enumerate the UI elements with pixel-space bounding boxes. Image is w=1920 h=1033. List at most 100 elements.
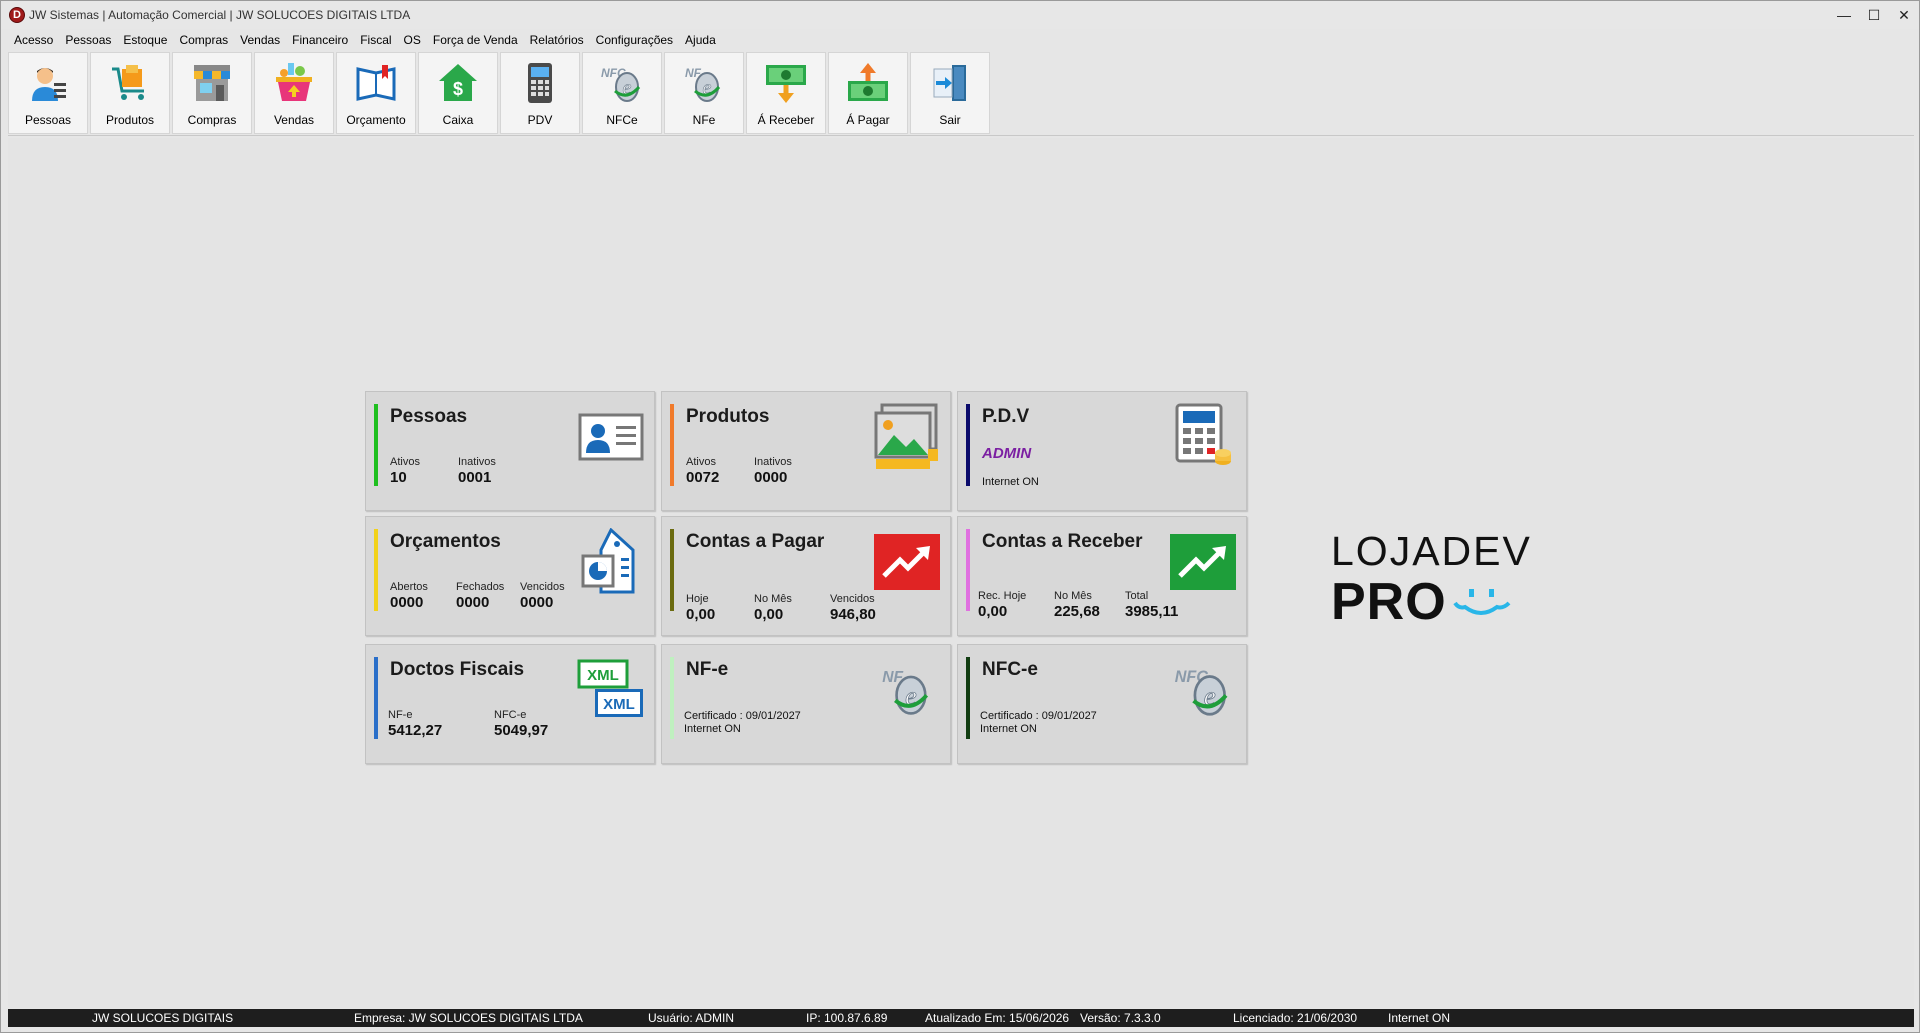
status-bar: JW SOLUCOES DIGITAIS Empresa: JW SOLUCOE…	[8, 1009, 1914, 1027]
toolbar-a-receber-button[interactable]: Á Receber	[746, 52, 826, 134]
toolbar-vendas-button[interactable]: Vendas	[254, 52, 334, 134]
stat-abertos: Abertos 0000	[390, 581, 428, 611]
menu-forca-de-venda[interactable]: Força de Venda	[427, 33, 524, 47]
menu-relatorios[interactable]: Relatórios	[524, 33, 590, 47]
stat-inativos: Inativos 0001	[458, 456, 496, 486]
card-nfe[interactable]: NF-e NF e Certificado : 09/01/2027 Intern…	[661, 644, 951, 764]
cart-icon	[106, 59, 154, 107]
logo-text-lojadev: LOJADEV	[1331, 528, 1532, 574]
card-pdv[interactable]: P.D.V ADMIN Internet ON	[957, 391, 1247, 511]
card-title: Produtos	[686, 406, 770, 427]
menu-fiscal[interactable]: Fiscal	[354, 33, 397, 47]
stat-value: 0001	[458, 469, 492, 486]
svg-text:XML: XML	[587, 667, 619, 684]
menu-compras[interactable]: Compras	[173, 33, 234, 47]
menu-os[interactable]: OS	[398, 33, 427, 47]
nfe-icon: NF e	[680, 59, 728, 107]
toolbar-nfe-button[interactable]: NF e NFe	[664, 52, 744, 134]
money-out-icon	[844, 59, 892, 107]
stat-value: 10	[390, 469, 407, 486]
stat-ativos: Ativos 0072	[686, 456, 719, 486]
menu-configuracoes[interactable]: Configurações	[590, 33, 679, 47]
stat-label: No Mês	[754, 593, 792, 605]
stat-no-mes: No Mês 225,68	[1054, 590, 1100, 620]
toolbar-caixa-button[interactable]: $ Caixa	[418, 52, 498, 134]
card-doctos-fiscais[interactable]: Doctos Fiscais XML XML NF-e 5412,27 NFC-e…	[365, 644, 655, 764]
images-icon	[872, 402, 942, 472]
status-ip: IP: 100.87.6.89	[806, 1011, 888, 1025]
stat-fechados: Fechados 0000	[456, 581, 504, 611]
card-title: NF-e	[686, 659, 729, 680]
toolbar-label: NFe	[692, 113, 716, 127]
toolbar-a-pagar-button[interactable]: Á Pagar	[828, 52, 908, 134]
nfce-icon: NFC e	[598, 59, 646, 107]
toolbar-compras-button[interactable]: Compras	[172, 52, 252, 134]
stat-vencidos: Vencidos 946,80	[830, 593, 876, 623]
stat-label: Total	[1125, 590, 1149, 602]
stat-value: 5412,27	[388, 722, 443, 739]
card-pessoas[interactable]: Pessoas Ativos 10 Inativos 0001	[365, 391, 655, 511]
status-licenciado: Licenciado: 21/06/2030	[1233, 1011, 1358, 1025]
stat-value: 0000	[390, 594, 424, 611]
stat-label: Inativos	[458, 456, 496, 468]
stat-nfe: NF-e 5412,27	[388, 709, 442, 739]
card-title: NFC-e	[982, 659, 1038, 680]
status-empresa: Empresa: JW SOLUCOES DIGITAIS LTDA	[354, 1011, 583, 1025]
toolbar-label: Compras	[187, 113, 237, 127]
stat-label: Hoje	[686, 593, 709, 605]
card-orcamentos[interactable]: Orçamentos Abertos 0000 Fechados 0000 Ve…	[365, 516, 655, 636]
card-produtos[interactable]: Produtos Ativos 0072 Inativos 0000	[661, 391, 951, 511]
id-card-icon	[576, 402, 646, 472]
certificate-date: Certificado : 09/01/2027	[980, 710, 1097, 722]
internet-status: Internet ON	[684, 723, 741, 735]
stat-value: 0000	[456, 594, 490, 611]
status-company: JW SOLUCOES DIGITAIS	[92, 1011, 234, 1025]
stat-value: 3985,11	[1125, 603, 1179, 620]
toolbar-label: Caixa	[442, 113, 474, 127]
stat-value: 0,00	[686, 606, 716, 623]
money-in-icon	[762, 59, 810, 107]
toolbar-label: Pessoas	[24, 113, 72, 127]
maximize-button[interactable]: ☐	[1859, 1, 1889, 29]
trend-up-green-icon	[1168, 527, 1238, 597]
basket-icon	[270, 59, 318, 107]
menu-financeiro[interactable]: Financeiro	[286, 33, 354, 47]
card-nfce[interactable]: NFC-e NFC e Certificado : 09/01/2027 Inte…	[957, 644, 1247, 764]
card-accent-bar	[670, 529, 674, 611]
stat-label: Ativos	[686, 456, 716, 468]
menu-pessoas[interactable]: Pessoas	[59, 33, 117, 47]
minimize-button[interactable]: —	[1829, 1, 1859, 29]
toolbar-nfce-button[interactable]: NFC e NFCe	[582, 52, 662, 134]
menu-acesso[interactable]: Acesso	[8, 33, 59, 47]
app-window: D JW Sistemas | Automação Comercial | JW…	[0, 0, 1920, 1033]
app-logo-icon: D	[9, 7, 25, 23]
dashboard-area: Pessoas Ativos 10 Inativos 0001 Produtos…	[8, 138, 1914, 1008]
toolbar-pessoas-button[interactable]: Pessoas	[8, 52, 88, 134]
menu-vendas[interactable]: Vendas	[234, 33, 286, 47]
stat-label: Ativos	[390, 456, 420, 468]
menu-ajuda[interactable]: Ajuda	[679, 33, 722, 47]
smile-logo-icon	[1453, 589, 1511, 615]
stat-hoje: Hoje 0,00	[686, 593, 715, 623]
toolbar-label: Sair	[939, 113, 961, 127]
card-contas-a-pagar[interactable]: Contas a Pagar Hoje 0,00 No Mês 0,00 Ven…	[661, 516, 951, 636]
toolbar-pdv-button[interactable]: PDV	[500, 52, 580, 134]
toolbar-produtos-button[interactable]: Produtos	[90, 52, 170, 134]
close-button[interactable]: ✕	[1889, 1, 1919, 29]
stat-label: Fechados	[456, 581, 505, 593]
stat-label: No Mês	[1054, 590, 1092, 602]
card-title: Contas a Pagar	[686, 531, 825, 552]
card-title: Doctos Fiscais	[390, 659, 525, 680]
card-accent-bar	[966, 657, 970, 739]
status-usuario: Usuário: ADMIN	[648, 1011, 735, 1025]
svg-text:XML: XML	[603, 696, 635, 713]
stat-label: Rec. Hoje	[978, 590, 1027, 602]
card-accent-bar	[670, 657, 674, 739]
toolbar-orcamento-button[interactable]: Orçamento	[336, 52, 416, 134]
stat-label: Abertos	[390, 581, 428, 593]
toolbar-sair-button[interactable]: Sair	[910, 52, 990, 134]
stat-value: 225,68	[1054, 603, 1100, 620]
status-atualizado: Atualizado Em: 15/06/2026	[925, 1011, 1070, 1025]
menu-estoque[interactable]: Estoque	[117, 33, 173, 47]
card-contas-a-receber[interactable]: Contas a Receber Rec. Hoje 0,00 No Mês 2…	[957, 516, 1247, 636]
